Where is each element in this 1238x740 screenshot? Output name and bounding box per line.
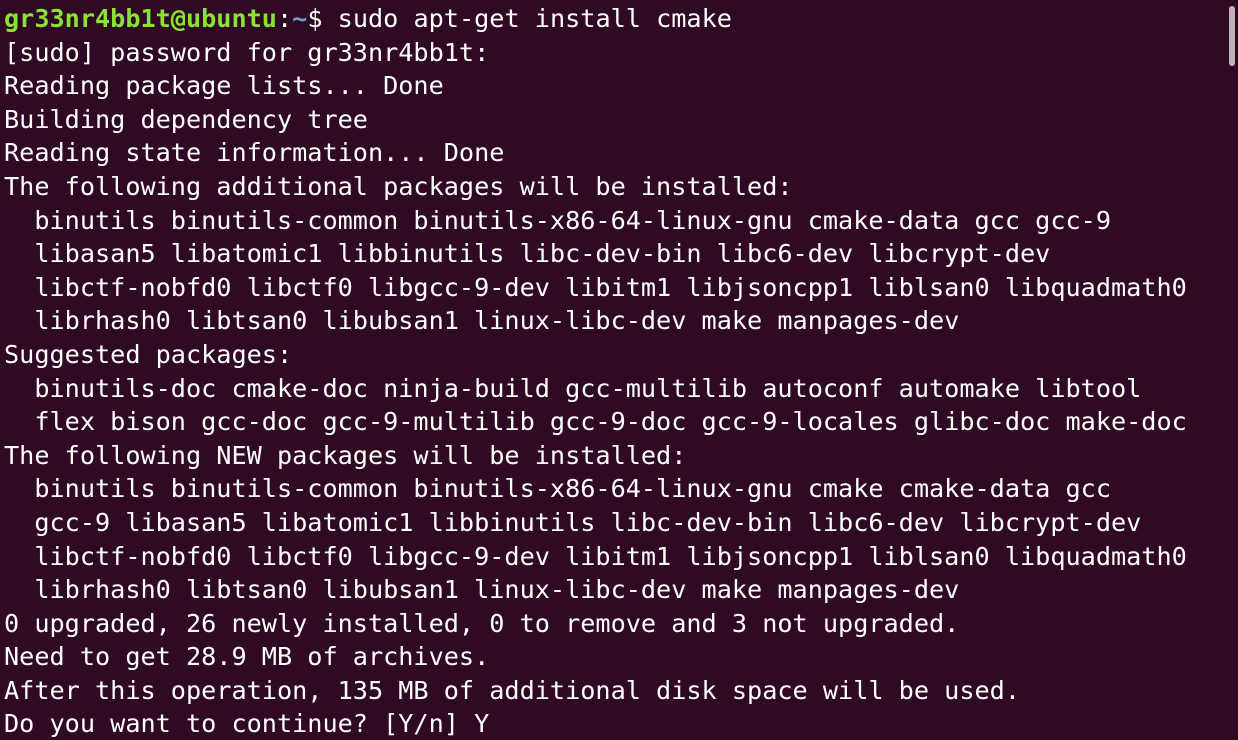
output-line: librhash0 libtsan0 libubsan1 linux-libc-… [4, 575, 960, 605]
prompt-path: ~ [292, 4, 308, 33]
scrollbar-thumb[interactable] [1229, 6, 1235, 66]
output-line: Reading state information... Done [4, 138, 505, 168]
output-line: After this operation, 135 MB of addition… [4, 675, 1020, 705]
vertical-scrollbar[interactable] [1224, 0, 1238, 740]
output-line: binutils binutils-common binutils-x86-64… [4, 474, 1111, 504]
output-line: Reading package lists... Done [4, 71, 444, 101]
output-line: [sudo] password for gr33nr4bb1t: [4, 37, 490, 67]
continue-prompt-line: Do you want to continue? [Y/n] Y [4, 709, 490, 739]
output-line: librhash0 libtsan0 libubsan1 linux-libc-… [4, 306, 960, 336]
output-line: The following NEW packages will be insta… [4, 440, 687, 470]
command-text: sudo apt-get install cmake [337, 4, 732, 33]
terminal-window[interactable]: gr33nr4bb1t@ubuntu:~$ sudo apt-get insta… [0, 0, 1238, 740]
output-line: libasan5 libatomic1 libbinutils libc-dev… [4, 239, 1051, 269]
output-line: flex bison gcc-doc gcc-9-multilib gcc-9-… [4, 407, 1187, 437]
prompt-user-host: gr33nr4bb1t@ubuntu [4, 4, 277, 33]
output-line: binutils binutils-common binutils-x86-64… [4, 205, 1111, 235]
output-line: Need to get 28.9 MB of archives. [4, 642, 490, 672]
output-line: Building dependency tree [4, 104, 368, 134]
output-line: The following additional packages will b… [4, 171, 793, 201]
command-prompt-line: gr33nr4bb1t@ubuntu:~$ sudo apt-get insta… [4, 2, 1238, 36]
output-line: binutils-doc cmake-doc ninja-build gcc-m… [4, 373, 1142, 403]
output-line: libctf-nobfd0 libctf0 libgcc-9-dev libit… [4, 541, 1187, 571]
output-line: gcc-9 libasan5 libatomic1 libbinutils li… [4, 507, 1142, 537]
prompt-colon: : [276, 4, 293, 33]
output-line: libctf-nobfd0 libctf0 libgcc-9-dev libit… [4, 272, 1187, 302]
prompt-dollar: $ [307, 4, 338, 33]
output-line: 0 upgraded, 26 newly installed, 0 to rem… [4, 608, 960, 638]
output-line: Suggested packages: [4, 339, 293, 369]
